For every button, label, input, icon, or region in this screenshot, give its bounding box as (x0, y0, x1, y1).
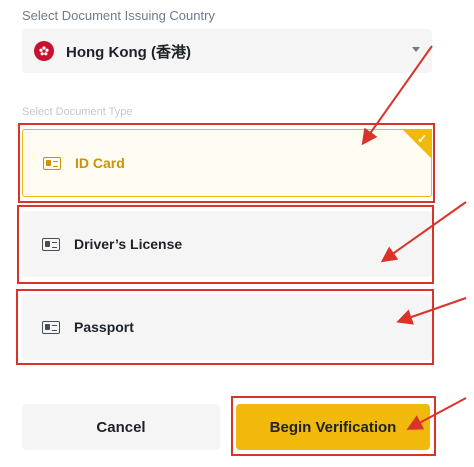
begin-verification-button[interactable]: Begin Verification (236, 404, 430, 450)
document-type-label: Select Document Type (22, 106, 133, 118)
license-card-icon (42, 237, 60, 251)
id-card-icon (43, 156, 61, 170)
country-select[interactable]: Hong Kong (香港) (22, 29, 432, 73)
country-label: Select Document Issuing Country (22, 8, 215, 23)
cancel-button[interactable]: Cancel (22, 404, 220, 450)
option-label: Passport (74, 319, 134, 335)
chevron-down-icon[interactable] (412, 47, 420, 52)
option-label: Driver’s License (74, 236, 183, 252)
checkmark-icon: ✓ (416, 132, 427, 146)
hong-kong-flag-icon (34, 41, 54, 61)
option-id-card[interactable]: ID Card ✓ (22, 129, 432, 197)
option-label: ID Card (75, 155, 125, 171)
passport-card-icon (42, 320, 60, 334)
option-drivers-license[interactable]: Driver’s License (22, 211, 432, 277)
option-passport[interactable]: Passport (22, 294, 432, 360)
selected-country: Hong Kong (香港) (66, 43, 191, 61)
